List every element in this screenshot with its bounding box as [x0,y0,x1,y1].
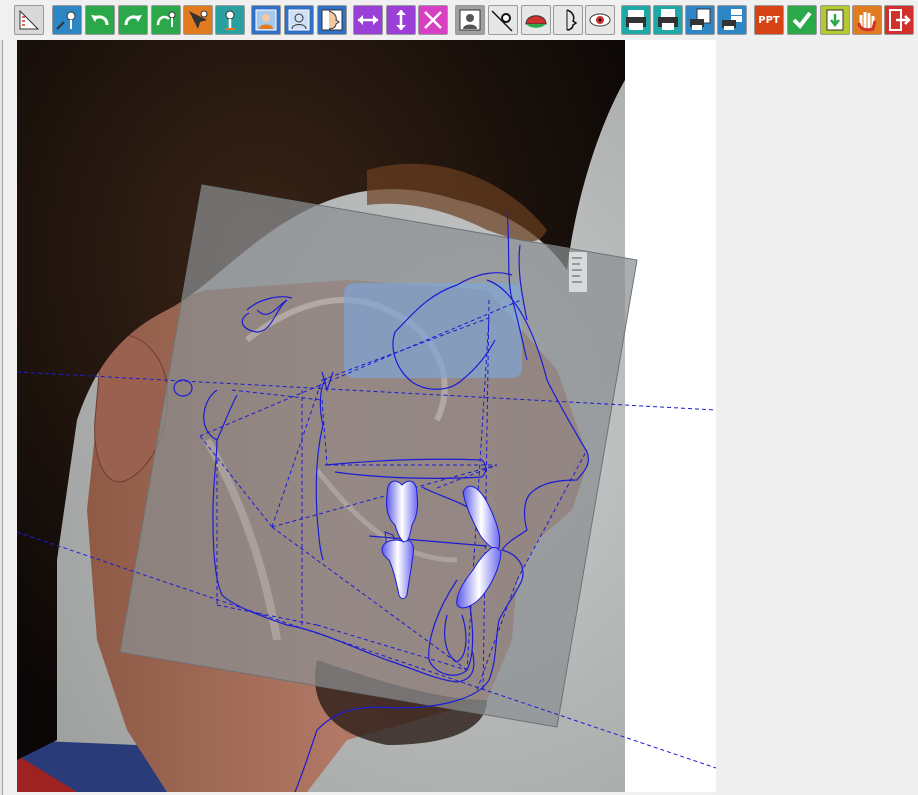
xray-overlay-button[interactable] [284,5,314,35]
download-doc-icon [822,7,848,33]
profile-trace-button[interactable] [317,5,347,35]
checkmark-icon [789,7,815,33]
portrait-xray-icon [286,7,312,33]
redo-arrow-icon [120,7,146,33]
ppt-label: PPT [758,14,780,26]
printer-page-icon [655,7,681,33]
redo-button[interactable] [118,5,148,35]
digitize-point-button[interactable] [52,5,82,35]
window-left-edge [0,40,3,795]
printer-icon [623,7,649,33]
undo-arrow-icon [87,7,113,33]
exit-door-icon [886,7,912,33]
soft-tissue-button[interactable] [521,5,551,35]
export-ppt-button[interactable]: PPT [754,5,784,35]
point-info-button[interactable] [215,5,245,35]
hand-icon [854,7,880,33]
right-panel [716,40,918,795]
arrows-vertical-icon [388,7,414,33]
redigitize-button[interactable] [151,5,181,35]
pin-info-icon [217,7,243,33]
cursor-point-icon [185,7,211,33]
arrows-diagonal-icon [420,7,446,33]
face-profile-icon [319,7,345,33]
red-dome-icon [523,7,549,33]
confirm-button[interactable] [787,5,817,35]
print-button[interactable] [621,5,651,35]
arrows-horizontal-icon [355,7,381,33]
grey-portrait-button[interactable] [455,5,485,35]
trace-point-button[interactable] [488,5,518,35]
view-button[interactable] [585,5,615,35]
refresh-point-icon [153,7,179,33]
printer-stack-icon [719,7,745,33]
face-outline-icon [555,7,581,33]
ruler-calibrate-button[interactable] [14,5,44,35]
toolbar: PPT [0,0,918,40]
xray-overlay [120,185,637,727]
analysis-view [17,40,716,792]
printer-report-icon [687,7,713,33]
ruler-corner-icon [16,7,42,33]
cephalometric-canvas[interactable] [17,40,716,792]
stretch-horizontal-button[interactable] [353,5,383,35]
print-report-button[interactable] [685,5,715,35]
eye-icon [587,7,613,33]
portrait-photo-icon [253,7,279,33]
photo-profile-button[interactable] [251,5,281,35]
move-point-button[interactable] [183,5,213,35]
exit-button[interactable] [884,5,914,35]
pin-line-icon [490,7,516,33]
grey-portrait-icon [457,7,483,33]
print-preview-button[interactable] [653,5,683,35]
save-download-button[interactable] [820,5,850,35]
print-batch-button[interactable] [717,5,747,35]
stretch-vertical-button[interactable] [386,5,416,35]
face-outline-button[interactable] [553,5,583,35]
pin-point-icon [54,7,80,33]
hand-tool-button[interactable] [852,5,882,35]
undo-button[interactable] [85,5,115,35]
resize-diagonal-button[interactable] [418,5,448,35]
